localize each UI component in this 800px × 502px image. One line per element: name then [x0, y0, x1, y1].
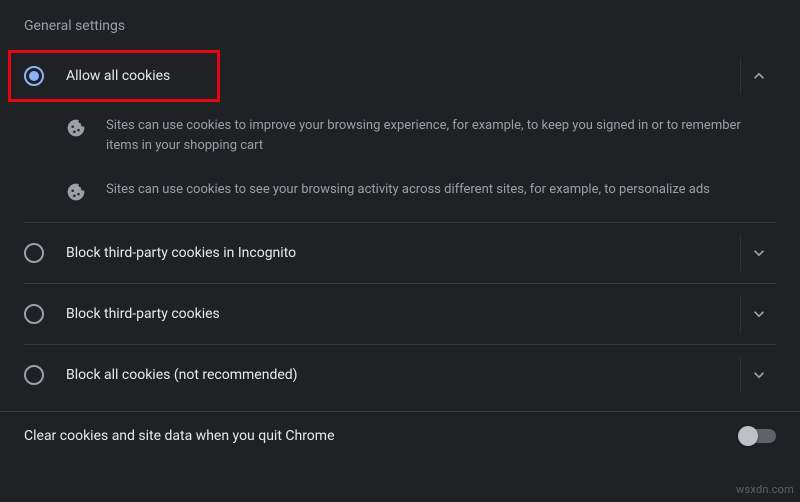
section-title: General settings [0, 0, 800, 46]
radio-selected-icon [24, 66, 44, 86]
option-label: Block all cookies (not recommended) [66, 367, 728, 383]
expand-button[interactable] [740, 357, 776, 393]
option-description-block: Sites can use cookies to improve your br… [0, 106, 800, 216]
option-block-third-party-incognito[interactable]: Block third-party cookies in Incognito [0, 223, 800, 283]
watermark: wsxdn.com [736, 483, 794, 496]
clear-on-exit-label: Clear cookies and site data when you qui… [24, 428, 740, 444]
collapse-button[interactable] [740, 58, 776, 94]
cookie-icon [66, 182, 86, 202]
chevron-down-icon [749, 243, 769, 263]
chevron-down-icon [749, 365, 769, 385]
option-block-all-cookies[interactable]: Block all cookies (not recommended) [0, 345, 800, 405]
option-label: Allow all cookies [66, 68, 728, 84]
option-label: Block third-party cookies [66, 306, 728, 322]
expand-button[interactable] [740, 235, 776, 271]
option-block-third-party[interactable]: Block third-party cookies [0, 284, 800, 344]
expand-button[interactable] [740, 296, 776, 332]
description-text: Sites can use cookies to see your browsi… [106, 180, 710, 200]
radio-unselected-icon [24, 304, 44, 324]
option-allow-all-cookies[interactable]: Allow all cookies [0, 46, 800, 106]
chevron-up-icon [749, 66, 769, 86]
clear-on-exit-row[interactable]: Clear cookies and site data when you qui… [0, 412, 800, 460]
description-item: Sites can use cookies to improve your br… [66, 106, 776, 170]
radio-unselected-icon [24, 365, 44, 385]
chevron-down-icon [749, 304, 769, 324]
radio-unselected-icon [24, 243, 44, 263]
cookie-icon [66, 118, 86, 138]
toggle-off[interactable] [740, 429, 776, 443]
description-text: Sites can use cookies to improve your br… [106, 116, 776, 156]
description-item: Sites can use cookies to see your browsi… [66, 170, 776, 216]
option-label: Block third-party cookies in Incognito [66, 245, 728, 261]
